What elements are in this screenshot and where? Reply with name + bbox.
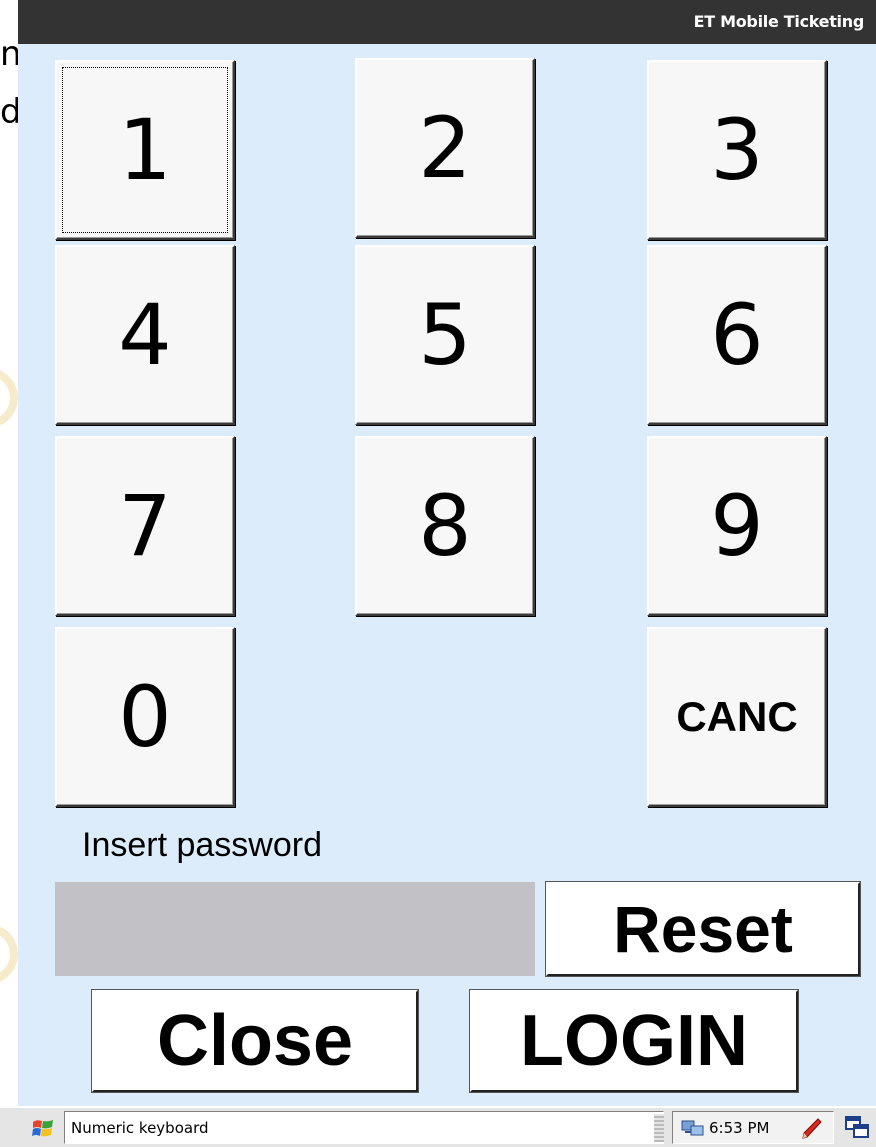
key-label: 0 — [118, 668, 172, 766]
key-3[interactable]: 3 — [647, 60, 827, 240]
key-label: 6 — [710, 286, 764, 384]
app-title: ET Mobile Ticketing — [693, 12, 865, 31]
password-prompt: Insert password — [82, 826, 322, 864]
key-label: 9 — [710, 477, 764, 575]
taskbar: Numeric keyboard 6:53 PM — [0, 1106, 876, 1147]
app-window: ET Mobile Ticketing 1 2 3 4 5 6 7 8 9 0 … — [18, 0, 876, 1106]
login-button[interactable]: LOGIN — [470, 990, 798, 1092]
background-decoration — [0, 924, 18, 984]
key-label: CANC — [676, 693, 798, 740]
key-label: 8 — [418, 477, 472, 575]
cancel-key[interactable]: CANC — [647, 627, 827, 807]
key-1[interactable]: 1 — [55, 60, 235, 240]
system-tray: 6:53 PM — [672, 1111, 834, 1144]
key-5[interactable]: 5 — [355, 245, 535, 425]
password-field[interactable] — [55, 882, 535, 976]
key-label: 7 — [118, 477, 172, 575]
key-label: 2 — [418, 99, 472, 197]
key-0[interactable]: 0 — [55, 627, 235, 807]
key-7[interactable]: 7 — [55, 436, 235, 616]
grip-handle — [654, 1114, 664, 1142]
key-6[interactable]: 6 — [647, 245, 827, 425]
background-decoration — [0, 368, 18, 428]
key-label: 4 — [118, 286, 172, 384]
taskbar-status-text: Numeric keyboard — [71, 1119, 209, 1137]
key-label: 3 — [710, 101, 764, 199]
key-label: 5 — [418, 286, 472, 384]
reset-button[interactable]: Reset — [546, 882, 860, 976]
key-2[interactable]: 2 — [355, 58, 535, 238]
pen-icon[interactable] — [799, 1116, 825, 1142]
key-8[interactable]: 8 — [355, 436, 535, 616]
windows-start-icon[interactable] — [30, 1116, 56, 1142]
close-button-label: Close — [156, 1001, 354, 1081]
reset-button-label: Reset — [613, 892, 793, 966]
key-label: 1 — [118, 101, 172, 199]
title-bar: ET Mobile Ticketing — [18, 0, 876, 44]
login-button-label: LOGIN — [520, 1001, 748, 1081]
key-4[interactable]: 4 — [55, 245, 235, 425]
close-button[interactable]: Close — [92, 990, 418, 1092]
key-9[interactable]: 9 — [647, 436, 827, 616]
clock[interactable]: 6:53 PM — [709, 1119, 769, 1137]
window-switch-icon[interactable] — [844, 1115, 870, 1141]
network-icon[interactable] — [681, 1119, 705, 1137]
taskbar-status[interactable]: Numeric keyboard — [64, 1111, 664, 1144]
